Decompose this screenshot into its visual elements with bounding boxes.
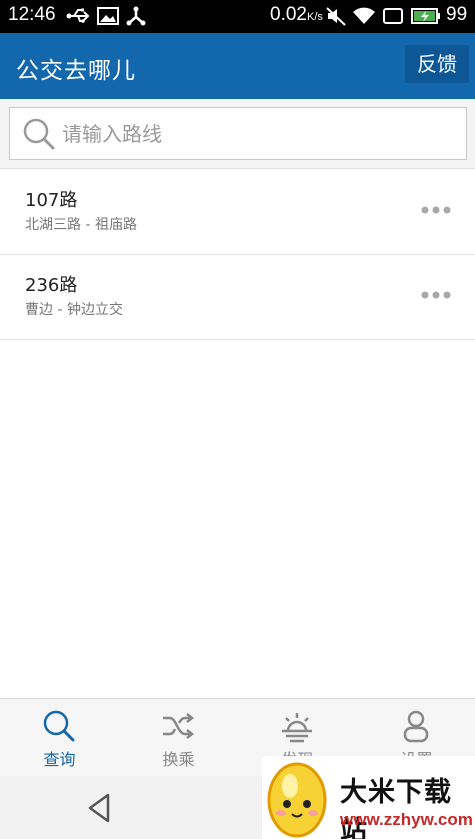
screen-icon: [383, 8, 403, 24]
tab-label: 换乘: [162, 750, 195, 769]
feedback-button[interactable]: 反馈: [405, 45, 469, 83]
image-icon: [97, 7, 119, 25]
search-area: [0, 99, 475, 169]
search-icon: [43, 710, 75, 742]
watermark-url: www.zzhyw.com: [340, 810, 473, 829]
battery-icon: [411, 8, 440, 24]
back-icon[interactable]: [86, 792, 112, 824]
tab-search[interactable]: 查询: [0, 699, 119, 777]
route-list: 107路 北湖三路 - 祖庙路 236路 曹边 - 钟边立交: [0, 170, 475, 340]
search-icon: [23, 118, 55, 150]
route-name: 107路: [25, 190, 78, 211]
more-icon[interactable]: [420, 287, 452, 303]
share-icon: [126, 6, 146, 26]
app-title: 公交去哪儿: [16, 58, 136, 84]
shuffle-icon: [163, 713, 195, 739]
sunrise-icon: [282, 713, 312, 743]
route-item[interactable]: 236路 曹边 - 钟边立交: [0, 255, 475, 340]
battery-percent: 99: [446, 4, 468, 25]
more-icon[interactable]: [420, 202, 452, 218]
route-desc: 北湖三路 - 祖庙路: [25, 217, 137, 233]
route-item[interactable]: 107路 北湖三路 - 祖庙路: [0, 170, 475, 255]
network-speed: 0.02K/s: [270, 4, 323, 25]
watermark: 大米下载站 www.zzhyw.com: [262, 756, 475, 839]
status-time: 12:46: [8, 4, 56, 25]
app-bar: 公交去哪儿: [0, 33, 475, 99]
route-desc: 曹边 - 钟边立交: [25, 302, 123, 318]
route-name: 236路: [25, 275, 78, 296]
tab-label: 查询: [43, 750, 76, 769]
usb-icon: [66, 8, 90, 23]
search-box[interactable]: [9, 107, 467, 160]
search-input[interactable]: [62, 116, 452, 152]
tab-transfer[interactable]: 换乘: [119, 699, 238, 777]
mascot-logo-icon: [267, 762, 327, 838]
wifi-icon: [353, 7, 375, 24]
status-bar: 12:46 0.02K/s 99: [0, 0, 475, 33]
user-icon: [403, 710, 429, 743]
mute-icon: [326, 7, 346, 26]
